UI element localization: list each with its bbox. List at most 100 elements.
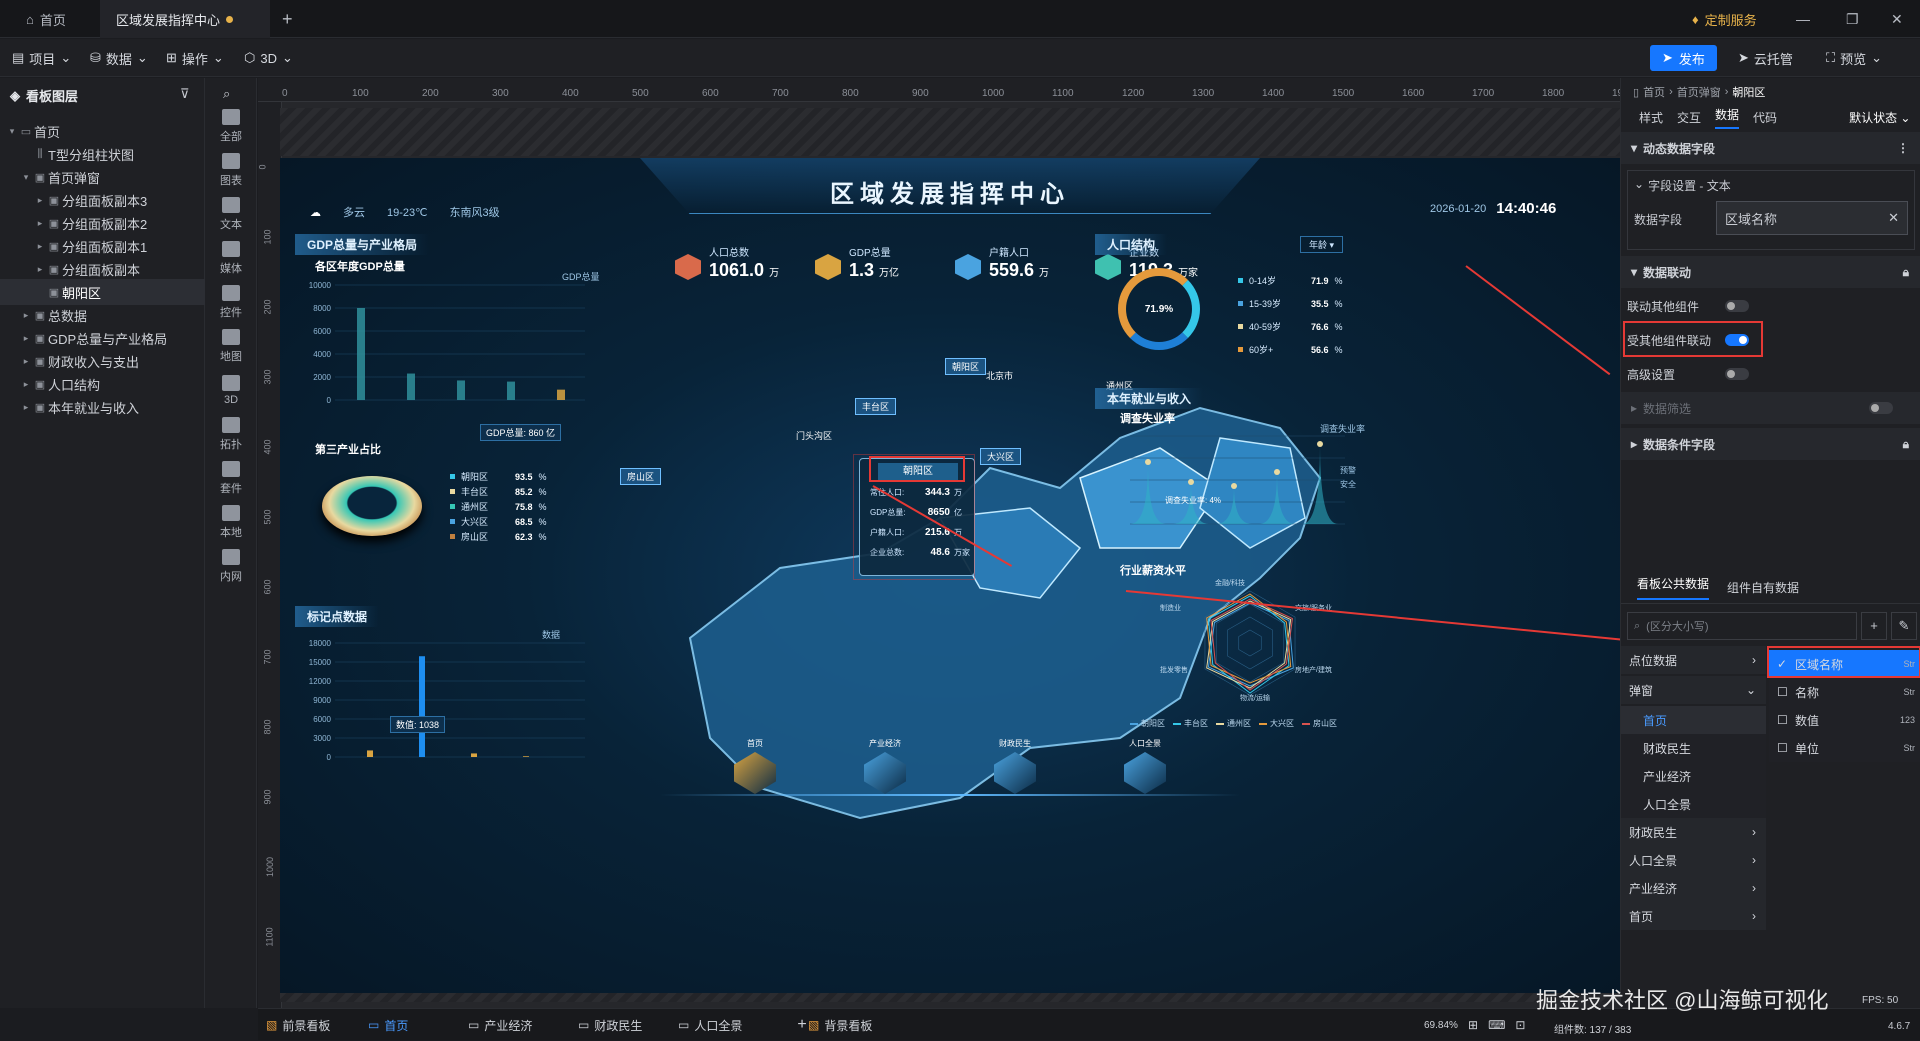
- caret-icon[interactable]: ▸: [20, 333, 32, 344]
- unemp-peak[interactable]: [1302, 444, 1338, 524]
- maximize-button[interactable]: ❐: [1830, 0, 1875, 38]
- data-category-item[interactable]: 产业经济: [1621, 762, 1766, 790]
- lock-icon[interactable]: 🔒︎: [1903, 265, 1909, 280]
- new-tab-button[interactable]: +: [266, 0, 298, 38]
- marker-bar[interactable]: [471, 753, 477, 757]
- radar-series[interactable]: [1206, 600, 1292, 689]
- gdp-bar-chart[interactable]: 10000 8000 6000 4000 2000 0: [295, 273, 595, 443]
- close-button[interactable]: ✕: [1875, 0, 1919, 38]
- caret-icon[interactable]: ▸: [20, 356, 32, 367]
- link-other-toggle[interactable]: [1725, 300, 1750, 312]
- publish-button[interactable]: ➤ 发布: [1650, 39, 1717, 77]
- data-category-item[interactable]: 产业经济 ›: [1621, 874, 1766, 902]
- tab-public-data[interactable]: 看板公共数据: [1637, 575, 1710, 600]
- data-field-select[interactable]: 区域名称 ✕: [1716, 201, 1908, 235]
- data-category-item[interactable]: 人口全景 ›: [1621, 846, 1766, 874]
- section-condition-fields[interactable]: ▸ 数据条件字段 🔒︎: [1621, 428, 1920, 460]
- tab-style[interactable]: 样式: [1639, 109, 1663, 126]
- map-district-label[interactable]: 门头沟区: [790, 428, 838, 443]
- data-category-item[interactable]: 弹窗 ⌄: [1621, 676, 1766, 704]
- map-district-label[interactable]: 北京市: [980, 368, 1019, 383]
- cloud-host-button[interactable]: ➤ 云托管: [1738, 39, 1793, 77]
- menu-data[interactable]: ⛁ 数据 ⌄: [90, 39, 148, 77]
- caret-icon[interactable]: ▾: [6, 126, 18, 137]
- gdp-bar[interactable]: [457, 380, 465, 400]
- dashboard-board[interactable]: 区域发展指挥中心 ☁ 多云 19-23℃ 东南风3级 2026-01-20 14…: [280, 158, 1620, 993]
- unemp-point[interactable]: [1317, 441, 1323, 447]
- data-category-item[interactable]: 人口全景: [1621, 790, 1766, 818]
- board-tab[interactable]: ▭ 财政民生: [578, 1009, 642, 1041]
- checkbox-icon[interactable]: ☐: [1777, 741, 1789, 755]
- lock-icon[interactable]: 🔒︎: [1903, 437, 1909, 452]
- board-tab[interactable]: ▭ 产业经济: [468, 1009, 532, 1041]
- radar-legend-item[interactable]: 房山区: [1302, 718, 1337, 729]
- data-field-item[interactable]: ☐ 数值 123: [1769, 706, 1920, 734]
- caret-icon[interactable]: ▸: [34, 241, 46, 252]
- radar-legend-item[interactable]: 通州区: [1216, 718, 1251, 729]
- tab-own-data[interactable]: 组件自有数据: [1727, 579, 1799, 596]
- tab-interaction[interactable]: 交互: [1677, 109, 1701, 126]
- tab-dashboard[interactable]: 区域发展指挥中心: [100, 0, 270, 38]
- board-nav-item[interactable]: 产业经济: [850, 738, 920, 798]
- radar-legend-item[interactable]: 朝阳区: [1130, 718, 1165, 729]
- add-icon[interactable]: +: [1861, 612, 1887, 640]
- unemp-peak[interactable]: [1216, 486, 1252, 524]
- unemp-point[interactable]: [1145, 459, 1151, 465]
- tab-code[interactable]: 代码: [1753, 109, 1777, 126]
- unemployment-chart[interactable]: [1110, 426, 1360, 556]
- caret-icon[interactable]: ▸: [20, 402, 32, 413]
- terminal-icon[interactable]: ⊡: [1515, 1018, 1525, 1032]
- fit-icon[interactable]: ⊞: [1468, 1018, 1478, 1032]
- marker-bar[interactable]: [367, 750, 373, 757]
- checkbox-icon[interactable]: ☐: [1777, 713, 1789, 727]
- add-board-icon[interactable]: +: [797, 1016, 806, 1034]
- board-nav-item[interactable]: 财政民生: [980, 738, 1050, 798]
- data-category-item[interactable]: 首页: [1621, 706, 1766, 734]
- radar-legend-item[interactable]: 丰台区: [1173, 718, 1208, 729]
- tool-10[interactable]: 内网: [205, 540, 257, 592]
- unemp-peak[interactable]: [1130, 462, 1166, 524]
- board-tab[interactable]: ▭ 首页: [368, 1009, 408, 1041]
- data-category-item[interactable]: 首页 ›: [1621, 902, 1766, 930]
- caret-icon[interactable]: ▾: [20, 172, 32, 183]
- more-icon[interactable]: ⋮: [1897, 141, 1909, 155]
- data-category-item[interactable]: 点位数据 ›: [1621, 646, 1766, 674]
- keyboard-icon[interactable]: ⌨: [1488, 1018, 1505, 1032]
- layer-item[interactable]: ▸ ▣ 本年就业与收入: [0, 394, 205, 420]
- radar-series[interactable]: [1210, 598, 1293, 691]
- preview-button[interactable]: ⛶ 预览 ⌄: [1826, 39, 1882, 77]
- caret-icon[interactable]: ▸: [34, 195, 46, 206]
- marker-bar[interactable]: [419, 656, 425, 757]
- menu-project[interactable]: ▤ 项目 ⌄: [12, 39, 71, 77]
- field-settings-title[interactable]: ⌄ 字段设置 - 文本: [1634, 177, 1731, 194]
- data-field-item[interactable]: ☐ 名称 Str: [1769, 678, 1920, 706]
- state-dropdown[interactable]: 默认状态 ⌄: [1849, 109, 1910, 126]
- caret-icon[interactable]: ▸: [34, 264, 46, 275]
- advanced-toggle[interactable]: [1725, 368, 1750, 380]
- section-dynamic-fields[interactable]: ▾ 动态数据字段 ⋮: [1621, 132, 1920, 164]
- board-tab[interactable]: ▧ 前景看板: [266, 1009, 330, 1041]
- section-filter[interactable]: ▸ 数据筛选: [1621, 392, 1920, 424]
- edit-icon[interactable]: ✎: [1891, 612, 1917, 640]
- tab-data[interactable]: 数据: [1715, 106, 1740, 129]
- map-district-label[interactable]: 大兴区: [980, 448, 1022, 465]
- filter-toggle[interactable]: [1869, 402, 1893, 414]
- gdp-bar[interactable]: [407, 373, 415, 400]
- map-district-label[interactable]: 房山区: [620, 468, 662, 485]
- caret-icon[interactable]: ▸: [20, 379, 32, 390]
- section-data-link[interactable]: ▾ 数据联动 🔒︎: [1621, 256, 1920, 288]
- data-category-item[interactable]: 财政民生 ›: [1621, 818, 1766, 846]
- board-tab[interactable]: ▭ 人口全景 +: [678, 1009, 807, 1041]
- checkbox-icon[interactable]: ☐: [1777, 685, 1789, 699]
- board-tab[interactable]: ▧ 背景看板: [808, 1009, 872, 1041]
- unemp-point[interactable]: [1274, 469, 1280, 475]
- board-nav-item[interactable]: 人口全景: [1110, 738, 1180, 798]
- minimize-button[interactable]: —: [1780, 0, 1826, 38]
- custom-service-button[interactable]: ♦ 定制服务: [1676, 0, 1773, 38]
- filter-icon[interactable]: ⊽: [180, 86, 190, 102]
- tab-home[interactable]: ⌂ 首页: [10, 0, 90, 38]
- caret-icon[interactable]: ▸: [20, 310, 32, 321]
- menu-3d[interactable]: ⬡ 3D ⌄: [244, 39, 293, 77]
- unemp-point[interactable]: [1231, 483, 1237, 489]
- marker-bar-chart[interactable]: 18000 15000 12000 9000 6000 3000 0: [295, 633, 595, 773]
